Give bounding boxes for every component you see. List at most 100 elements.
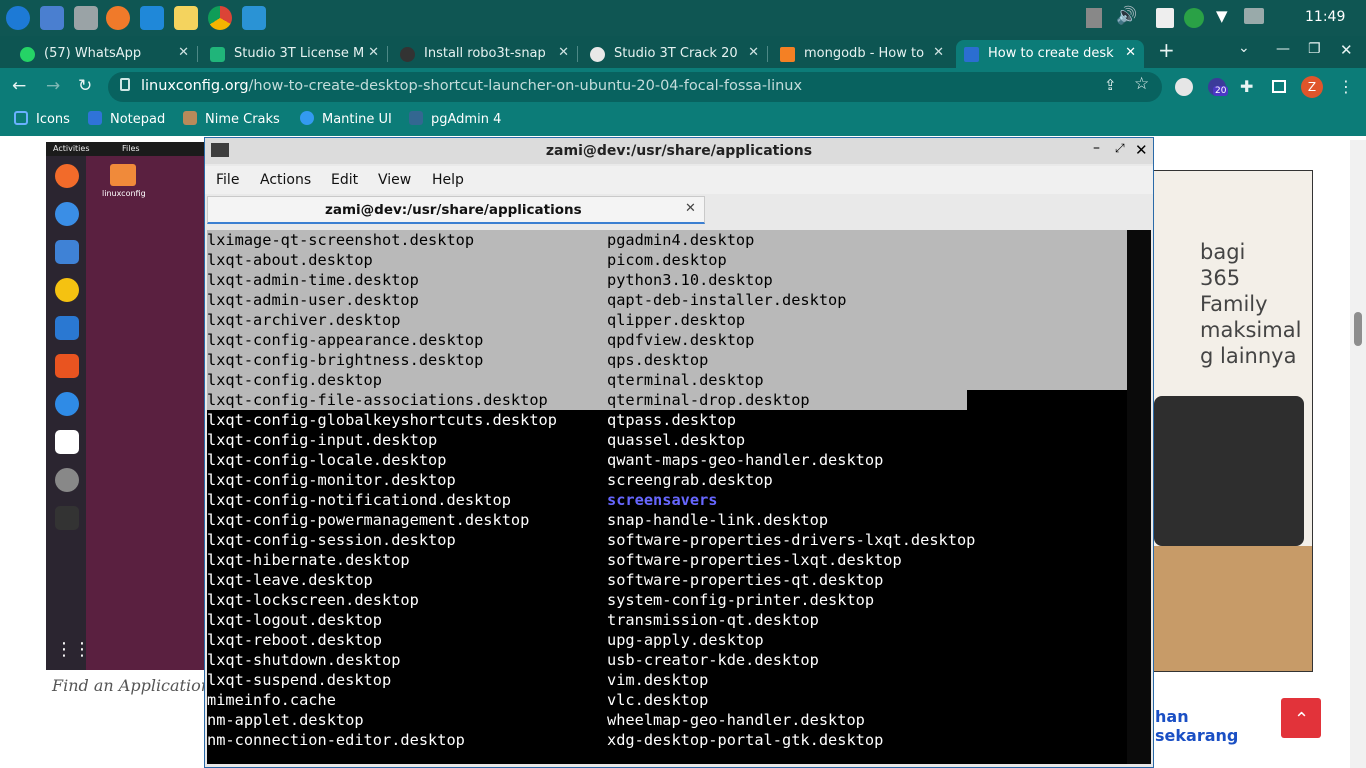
chrome-icon[interactable]: [208, 6, 232, 30]
close-tab-icon[interactable]: ✕: [368, 45, 379, 60]
profile-avatar[interactable]: Z: [1301, 76, 1323, 98]
bookmark-nime-craks[interactable]: Nime Craks: [183, 111, 280, 127]
terminal-line: lxqt-shutdown.desktop usb-creator-kde.des…: [207, 650, 819, 670]
terminal-line: lxqt-suspend.desktop vim.desktop: [207, 670, 708, 690]
menu-help[interactable]: Help: [432, 172, 464, 188]
extension-badge: 20: [1213, 86, 1229, 96]
help-icon: [55, 392, 79, 416]
restore-icon[interactable]: ❐: [1308, 41, 1321, 57]
tab-whatsapp[interactable]: (57) WhatsApp ✕: [12, 40, 198, 68]
menu-file[interactable]: File: [216, 172, 239, 188]
puzzle-extensions-icon[interactable]: ✚: [1240, 77, 1253, 96]
lock-icon[interactable]: [120, 78, 130, 91]
vscode-icon[interactable]: [140, 6, 164, 30]
bookmark-star-icon[interactable]: ☆: [1134, 74, 1149, 94]
menu-actions[interactable]: Actions: [260, 172, 311, 188]
file-entry: lxqt-admin-user.desktop: [207, 291, 419, 309]
file-entry: lxqt-config.desktop: [207, 371, 382, 389]
menu-view[interactable]: View: [378, 172, 411, 188]
show-desktop-icon[interactable]: [40, 6, 64, 30]
tab-studio3t-license[interactable]: Studio 3T License M ✕: [202, 40, 388, 68]
file-entry: qterminal.desktop: [607, 371, 764, 389]
file-manager-icon[interactable]: [74, 6, 98, 30]
notification-icon[interactable]: [1244, 8, 1264, 24]
file-entry: screengrab.desktop: [607, 471, 773, 489]
tab-mongodb[interactable]: mongodb - How to ✕: [772, 40, 952, 68]
side-panel-icon[interactable]: [1272, 80, 1286, 93]
close-tab-icon[interactable]: ✕: [685, 201, 696, 216]
scroll-to-top-button[interactable]: ⌃: [1281, 698, 1321, 738]
terminal-icon: [55, 506, 79, 530]
close-tab-icon[interactable]: ✕: [178, 45, 189, 60]
bookmark-mantine-ui[interactable]: Mantine UI: [300, 111, 392, 127]
file-entry: qwant-maps-geo-handler.desktop: [607, 451, 884, 469]
new-tab-icon[interactable]: +: [1158, 38, 1175, 62]
ad-laptop-image: [1154, 396, 1304, 546]
maximize-icon[interactable]: ⤢: [1115, 141, 1125, 156]
minimize-icon[interactable]: —: [1276, 41, 1290, 57]
tab-how-to-create-desktop[interactable]: How to create desk ✕: [956, 40, 1144, 68]
snapcraft-icon: [400, 47, 415, 62]
wifi-icon[interactable]: ▼: [1216, 7, 1228, 25]
volume-icon[interactable]: 🔊: [1116, 6, 1137, 26]
terminal-output[interactable]: lximage-qt-screenshot.desktop pgadmin4.de…: [207, 230, 1127, 764]
minimize-icon[interactable]: –: [1093, 140, 1100, 156]
tab-search-icon[interactable]: ⌄: [1238, 40, 1250, 56]
terminal-tab-title: zami@dev:/usr/share/applications: [325, 202, 582, 218]
ad-wood-table: [1154, 546, 1312, 671]
extension-icon[interactable]: [1175, 78, 1193, 96]
tab-install-robo3t[interactable]: Install robo3t-snap ✕: [392, 40, 578, 68]
close-window-icon[interactable]: ✕: [1340, 41, 1353, 59]
page-scrollbar[interactable]: [1350, 140, 1366, 768]
kebab-menu-icon[interactable]: ⋮: [1338, 77, 1354, 96]
firefox-launcher-icon[interactable]: [106, 6, 130, 30]
notepad-icon: [88, 111, 102, 125]
close-icon[interactable]: ✕: [1135, 141, 1148, 159]
back-icon[interactable]: ←: [12, 76, 26, 96]
tab-studio3t-crack[interactable]: Studio 3T Crack 20 ✕: [582, 40, 768, 68]
address-bar[interactable]: linuxconfig.org/how-to-create-desktop-sh…: [108, 72, 1162, 102]
file-entry: system-config-printer.desktop: [607, 591, 875, 609]
file-entry: xdg-desktop-portal-gtk.desktop: [607, 731, 884, 749]
linuxconfig-icon: [964, 47, 979, 62]
stackoverflow-icon: [780, 47, 795, 62]
file-entry: lxqt-hibernate.desktop: [207, 551, 410, 569]
bookmark-icons[interactable]: Icons: [14, 111, 70, 127]
terminal-window-title: zami@dev:/usr/share/applications: [545, 143, 813, 159]
file-entry: lxqt-leave.desktop: [207, 571, 373, 589]
lubuntu-menu-icon[interactable]: [6, 6, 30, 30]
terminal-line: lxqt-admin-time.desktop python3.10.deskto…: [207, 270, 1127, 290]
close-tab-icon[interactable]: ✕: [1125, 45, 1136, 60]
file-entry: lxqt-lockscreen.desktop: [207, 591, 419, 609]
reload-icon[interactable]: ↻: [78, 76, 92, 96]
close-tab-icon[interactable]: ✕: [558, 45, 569, 60]
clock[interactable]: 11:49: [1305, 9, 1345, 25]
close-tab-icon[interactable]: ✕: [933, 45, 944, 60]
scrollbar-thumb[interactable]: [1354, 312, 1362, 346]
ad-cta-button[interactable]: han sekarang: [1153, 696, 1257, 745]
terminal-tab[interactable]: zami@dev:/usr/share/applications ✕: [207, 196, 705, 224]
figure-caption: Find an Application: [52, 676, 212, 695]
terminal-window[interactable]: zami@dev:/usr/share/applications – ⤢ ✕ F…: [204, 137, 1154, 768]
update-icon[interactable]: [1184, 8, 1204, 28]
advertisement[interactable]: bagi 365 Family maksimal g lainnya: [1153, 170, 1313, 672]
forward-icon[interactable]: →: [46, 76, 60, 96]
close-tab-icon[interactable]: ✕: [748, 45, 759, 60]
bookmark-pgadmin[interactable]: pgAdmin 4: [409, 111, 501, 127]
clipboard-icon[interactable]: [1156, 8, 1174, 28]
terminal-scrollbar[interactable]: [1127, 230, 1151, 764]
firefox-icon: [55, 164, 79, 188]
menu-edit[interactable]: Edit: [331, 172, 358, 188]
file-entry: qterminal-drop.desktop: [607, 391, 810, 409]
url-path: /how-to-create-desktop-shortcut-launcher…: [248, 78, 803, 94]
remote-desktop-icon[interactable]: [242, 6, 266, 30]
bookmark-notepad[interactable]: Notepad: [88, 111, 165, 127]
folder-label: linuxconfig: [102, 189, 146, 198]
file-entry: vlc.desktop: [607, 691, 709, 709]
terminal-title-bar[interactable]: zami@dev:/usr/share/applications – ⤢ ✕: [205, 138, 1153, 164]
notes-icon[interactable]: [174, 6, 198, 30]
terminal-line: lxqt-config-locale.desktop qwant-maps-geo…: [207, 450, 883, 470]
extension-badge-icon[interactable]: 20: [1208, 78, 1229, 96]
keyboard-icon[interactable]: [1086, 8, 1102, 28]
share-icon[interactable]: ⇪: [1104, 76, 1117, 94]
